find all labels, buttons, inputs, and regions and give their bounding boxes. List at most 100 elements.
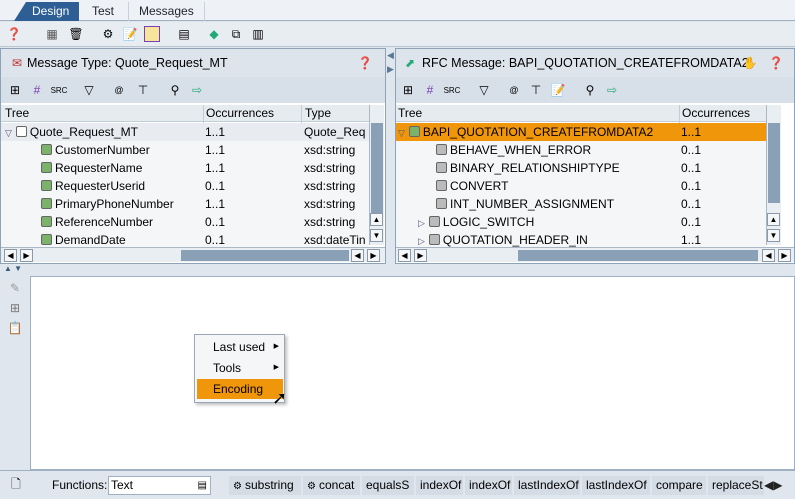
table-row[interactable]: CONVERT 0..1 — [396, 177, 766, 195]
layout-icon[interactable] — [144, 26, 160, 42]
menu-item-last-used[interactable]: Last used ▶ — [197, 337, 283, 357]
function-button[interactable]: indexOf — [416, 476, 463, 495]
column-type[interactable]: Type — [301, 105, 331, 123]
pencil-icon[interactable]: ✎ — [7, 280, 23, 296]
menu-item-tools[interactable]: Tools ▶ — [197, 358, 283, 378]
scroll-down-button[interactable]: ▼ — [370, 229, 383, 242]
functions-category-select[interactable]: Text ▤ — [108, 476, 211, 495]
table-row[interactable]: ReferenceNumber 0..1 xsd:string — [1, 213, 369, 231]
attribute-filter-icon[interactable]: ⊤ — [528, 82, 544, 98]
scroll-thumb[interactable] — [518, 250, 758, 261]
scroll-left-button[interactable]: ◀ — [398, 249, 411, 262]
table-view-icon[interactable]: # — [29, 82, 45, 98]
namespace-icon[interactable]: @ — [506, 82, 522, 98]
scroll-right-button[interactable]: ▶ — [778, 249, 791, 262]
src-icon[interactable]: SRC — [444, 82, 461, 98]
scroll-left-button[interactable]: ◀ — [762, 249, 775, 262]
expand-arrow-icon[interactable]: ▷ — [418, 236, 425, 246]
scroll-right-button[interactable]: ▶ — [367, 249, 380, 262]
column-occurrences[interactable]: Occurrences — [203, 105, 274, 123]
expand-arrow-icon[interactable]: ▽ — [398, 128, 405, 138]
mapping-canvas[interactable] — [30, 276, 795, 470]
grid-icon[interactable]: ▦ — [44, 26, 60, 42]
dependencies-icon[interactable]: ▤ — [176, 26, 192, 42]
export-icon[interactable]: ⇨ — [189, 82, 205, 98]
document-edit-icon[interactable]: 📝 — [122, 26, 138, 42]
node-name: BAPI_QUOTATION_CREATEFROMDATA2 — [422, 125, 654, 139]
document-edit-icon[interactable]: 📝 — [550, 82, 566, 98]
new-document-icon[interactable]: 🗋 — [8, 477, 24, 493]
rfc-icon: ⬈ — [404, 56, 416, 70]
table-row[interactable]: BINARY_RELATIONSHIPTYPE 0..1 — [396, 159, 766, 177]
table-view-icon[interactable]: # — [422, 82, 438, 98]
scroll-right-button[interactable]: ▶ — [20, 249, 33, 262]
table-row[interactable]: INT_NUMBER_ASSIGNMENT 0..1 — [396, 195, 766, 213]
scroll-right-button[interactable]: ▶ — [414, 249, 427, 262]
table-row[interactable]: CustomerNumber 1..1 xsd:string — [1, 141, 369, 159]
scroll-left-button[interactable]: ◀ — [4, 249, 17, 262]
scroll-up-button[interactable]: ▲ — [370, 213, 383, 226]
scroll-down-button[interactable]: ▼ — [767, 229, 780, 242]
target-horizontal-scrollbar[interactable]: ◀ ▶ ◀ ▶ — [396, 247, 794, 262]
help-icon[interactable]: ❓ — [768, 55, 784, 71]
expand-arrow-icon[interactable]: ▽ — [5, 128, 12, 138]
panel-splitter[interactable]: ◀ ▶ — [386, 48, 395, 264]
copy-icon[interactable]: ⧉ — [228, 26, 244, 42]
tab-messages[interactable]: Messages — [128, 2, 205, 21]
column-tree[interactable]: Tree — [398, 105, 422, 123]
function-button[interactable]: ⚙ substring — [229, 476, 301, 495]
scroll-left-button[interactable]: ◀ — [351, 249, 364, 262]
target-vertical-scrollbar[interactable]: ▲ ▼ — [766, 105, 781, 245]
table-row[interactable]: PrimaryPhoneNumber 1..1 xsd:string — [1, 195, 369, 213]
scroll-thumb[interactable] — [768, 123, 780, 203]
table-row[interactable]: ▷ LOGIC_SWITCH 0..1 — [396, 213, 766, 231]
type-cell: xsd:string — [304, 197, 356, 211]
function-button[interactable]: lastIndexOf — [514, 476, 580, 495]
delete-icon[interactable]: 🗑 — [68, 26, 84, 42]
help-icon[interactable]: ❓ — [357, 55, 373, 71]
expand-arrow-icon[interactable]: ▷ — [418, 218, 425, 228]
film-icon[interactable]: ▥ — [250, 26, 266, 42]
collapse-expand-arrows[interactable]: ▲ ▼ — [4, 264, 44, 275]
tab-test[interactable]: Test — [82, 2, 124, 21]
function-scroll-arrows[interactable]: ◀▶ — [764, 478, 782, 492]
table-row[interactable]: ▽ Quote_Request_MT 1..1 Quote_Req — [1, 123, 369, 141]
binoculars-icon[interactable]: ⚲ — [582, 82, 598, 98]
table-row[interactable]: RequesterUserid 0..1 xsd:string — [1, 177, 369, 195]
hand-icon[interactable]: ✋ — [742, 55, 758, 71]
function-button[interactable]: indexOf — [465, 476, 512, 495]
tab-design[interactable]: Design — [14, 2, 80, 21]
function-button[interactable]: lastIndexOf — [582, 476, 650, 495]
column-occurrences[interactable]: Occurrences — [679, 105, 750, 123]
tree-icon[interactable]: ⊞ — [7, 300, 23, 316]
function-button[interactable]: replaceSt — [708, 476, 764, 495]
filter-icon[interactable]: ▽ — [81, 82, 97, 98]
source-vertical-scrollbar[interactable]: ▲ ▼ — [369, 105, 384, 245]
help-icon[interactable]: ❓ — [6, 26, 22, 42]
column-tree[interactable]: Tree — [5, 105, 29, 123]
namespace-icon[interactable]: @ — [111, 82, 127, 98]
attribute-filter-icon[interactable]: ⊤ — [135, 82, 151, 98]
function-label: lastIndexOf — [518, 478, 579, 492]
source-horizontal-scrollbar[interactable]: ◀ ▶ ◀ ▶ — [1, 247, 385, 262]
function-button[interactable]: compare — [652, 476, 706, 495]
clipboard-icon[interactable]: 📋 — [7, 320, 23, 336]
export-icon[interactable]: ⇨ — [604, 82, 620, 98]
filter-icon[interactable]: ▽ — [476, 82, 492, 98]
src-icon[interactable]: SRC — [51, 82, 68, 98]
scroll-thumb[interactable] — [181, 250, 349, 261]
scroll-thumb[interactable] — [371, 123, 383, 223]
function-button[interactable]: equalsS — [362, 476, 414, 495]
menu-item-encoding[interactable]: Encoding — [197, 379, 283, 399]
function-button[interactable]: ⚙ concat — [303, 476, 360, 495]
gear-icon[interactable]: ⚙ — [100, 26, 116, 42]
table-row[interactable]: BEHAVE_WHEN_ERROR 0..1 — [396, 141, 766, 159]
diamond-icon[interactable]: ◆ — [206, 26, 222, 42]
binoculars-icon[interactable]: ⚲ — [167, 82, 183, 98]
tree-view-icon[interactable]: ⊞ — [7, 82, 23, 98]
scroll-up-button[interactable]: ▲ — [767, 213, 780, 226]
table-row[interactable]: ▽ BAPI_QUOTATION_CREATEFROMDATA2 1..1 — [396, 123, 766, 141]
node-icon — [436, 180, 447, 191]
tree-view-icon[interactable]: ⊞ — [400, 82, 416, 98]
table-row[interactable]: RequesterName 1..1 xsd:string — [1, 159, 369, 177]
